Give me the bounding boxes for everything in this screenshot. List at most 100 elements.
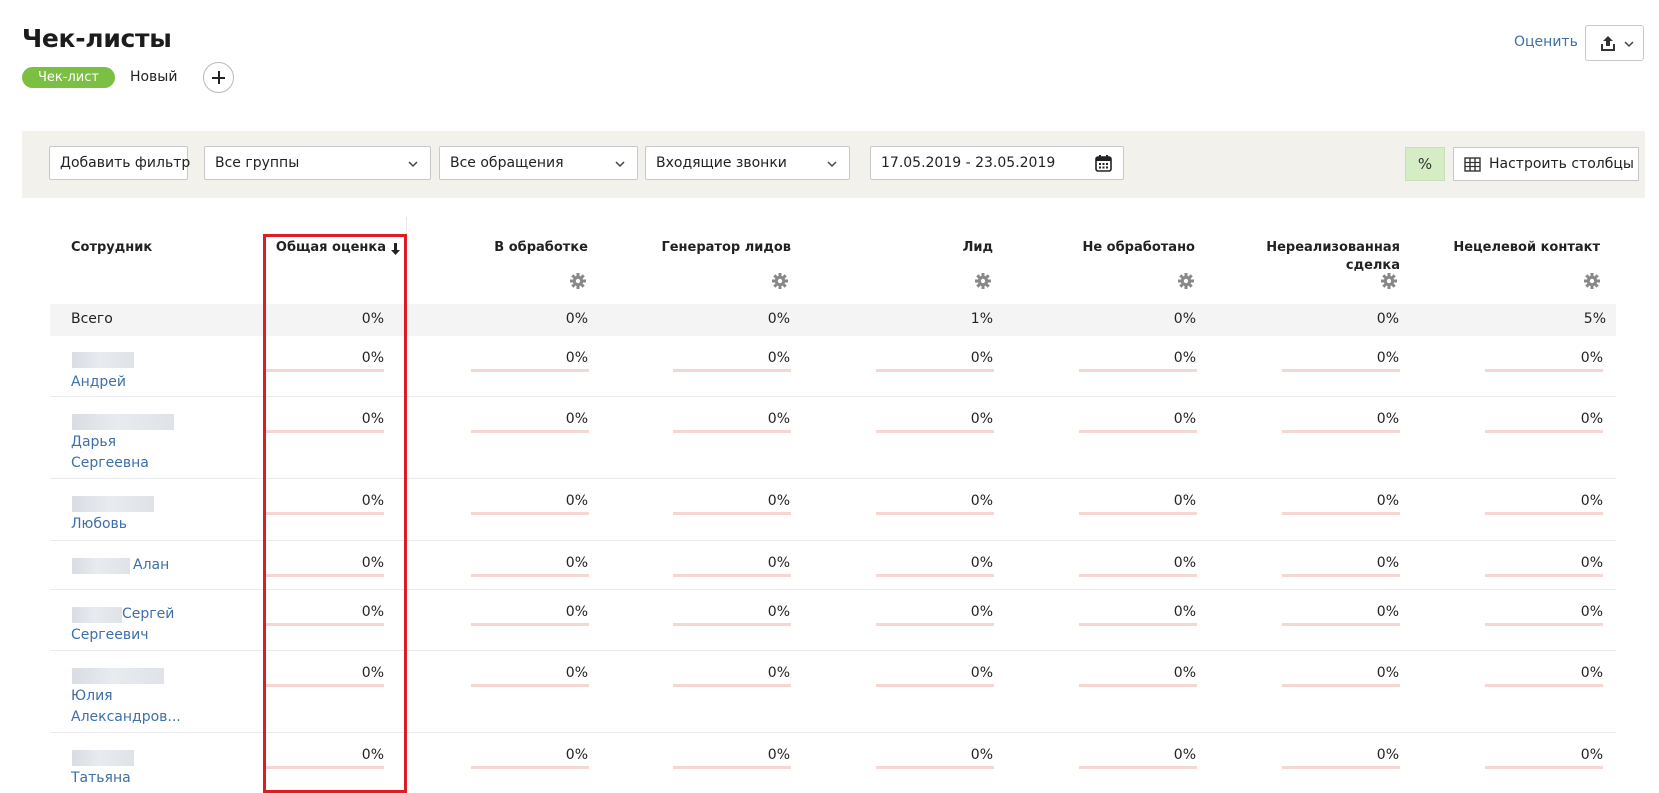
column-header-employee[interactable]: Сотрудник [71, 239, 152, 257]
score-bar [1079, 623, 1197, 626]
score-bar [471, 574, 589, 577]
chevron-down-icon [408, 161, 418, 168]
employee-name-link-line2[interactable]: Сергеевич [71, 625, 148, 646]
score-bar [673, 623, 791, 626]
score-bar [1282, 766, 1400, 769]
score-bar [471, 623, 589, 626]
chevron-down-icon [1624, 41, 1634, 48]
employee-name-link-line2[interactable]: Александров... [71, 707, 181, 728]
table-cell-value: 0% [767, 747, 790, 763]
table-cell-value: 0% [767, 350, 790, 366]
table-cell-value: 0% [1173, 493, 1196, 509]
table-cell-value: 0% [1173, 411, 1196, 427]
configure-columns-button[interactable]: Настроить столбцы [1453, 147, 1639, 181]
table-cell-value: 0% [1376, 665, 1399, 681]
gear-icon[interactable] [1177, 272, 1195, 290]
column-header-unrealized-deal[interactable]: Нереализованная сделка [1250, 239, 1400, 275]
grid-columns-icon [1464, 157, 1481, 172]
table-cell-value: 0% [1173, 747, 1196, 763]
table-cell-value: 0% [1173, 665, 1196, 681]
employee-name-link[interactable]: Алан [133, 555, 169, 576]
score-bar [1282, 623, 1400, 626]
score-bar [673, 369, 791, 372]
employee-name-link[interactable]: Сергей [122, 604, 174, 625]
score-bar [1282, 369, 1400, 372]
table-cell-value: 0% [1580, 665, 1603, 681]
requests-select-value: Все обращения [450, 155, 564, 171]
rate-link[interactable]: Оценить [1514, 34, 1578, 50]
score-bar [1485, 766, 1603, 769]
table-cell-value: 0% [565, 747, 588, 763]
gear-icon[interactable] [1583, 272, 1601, 290]
add-filter-button[interactable]: Добавить фильтр [49, 146, 191, 180]
redacted-surname [72, 668, 164, 684]
gear-icon[interactable] [1380, 272, 1398, 290]
score-bar [673, 512, 791, 515]
score-bar [1485, 430, 1603, 433]
table-cell-value: 0% [1376, 411, 1399, 427]
score-bar [1282, 574, 1400, 577]
percent-toggle-button[interactable]: % [1405, 147, 1445, 181]
score-bar [1282, 430, 1400, 433]
gear-icon[interactable] [974, 272, 992, 290]
score-bar [673, 766, 791, 769]
highlight-box [263, 234, 407, 793]
table-cell-value: 0% [767, 493, 790, 509]
employee-name-link[interactable]: Юлия [71, 686, 113, 707]
column-header-lead[interactable]: Лид [822, 239, 993, 257]
table-cell-value: 0% [970, 350, 993, 366]
table-cell-value: 0% [1376, 493, 1399, 509]
groups-select[interactable]: Все группы [204, 146, 431, 180]
total-cell-value: 1% [970, 311, 993, 327]
score-bar [1079, 684, 1197, 687]
employee-name-link[interactable]: Дарья [71, 432, 116, 453]
gear-icon[interactable] [569, 272, 587, 290]
table-cell-value: 0% [970, 604, 993, 620]
redacted-surname [72, 558, 130, 574]
score-bar [471, 512, 589, 515]
chevron-down-icon [615, 161, 625, 168]
total-cell-value: 0% [1376, 311, 1399, 327]
calendar-icon[interactable] [1094, 154, 1113, 173]
score-bar [1485, 623, 1603, 626]
column-header-non-target-contact[interactable]: Нецелевой контакт [1410, 239, 1600, 257]
column-header-processing[interactable]: В обработке [428, 239, 588, 257]
table-cell-value: 0% [970, 747, 993, 763]
table-cell-value: 0% [1173, 350, 1196, 366]
score-bar [471, 430, 589, 433]
table-cell-value: 0% [565, 555, 588, 571]
checklist-tabs: Чек-лист Новый [22, 61, 235, 93]
employee-name-link[interactable]: Андрей [71, 372, 126, 393]
date-range-value: 17.05.2019 - 23.05.2019 [881, 155, 1056, 171]
score-bar [1282, 512, 1400, 515]
score-bar [876, 684, 994, 687]
column-header-lead-generator[interactable]: Генератор лидов [620, 239, 791, 257]
column-header-not-processed[interactable]: Не обработано [1024, 239, 1195, 257]
tab-new[interactable]: Новый [130, 69, 178, 85]
table-cell-value: 0% [767, 665, 790, 681]
redacted-surname [72, 496, 154, 512]
export-button[interactable] [1585, 25, 1644, 61]
add-tab-button[interactable] [203, 61, 235, 93]
table-cell-value: 0% [565, 411, 588, 427]
score-bar [471, 766, 589, 769]
date-range-field[interactable]: 17.05.2019 - 23.05.2019 [870, 146, 1124, 180]
requests-select[interactable]: Все обращения [439, 146, 638, 180]
tab-checklist[interactable]: Чек-лист [22, 66, 115, 88]
score-bar [876, 766, 994, 769]
score-bar [471, 369, 589, 372]
call-type-select[interactable]: Входящие звонки [645, 146, 850, 180]
redacted-surname [72, 352, 134, 368]
employee-name-link[interactable]: Татьяна [71, 768, 131, 789]
table-cell-value: 0% [565, 665, 588, 681]
gear-icon[interactable] [771, 272, 789, 290]
employee-name-link-line2[interactable]: Сергеевна [71, 453, 149, 474]
score-bar [1485, 574, 1603, 577]
table-cell-value: 0% [1580, 555, 1603, 571]
total-row-label: Всего [71, 311, 113, 327]
table-cell-value: 0% [970, 555, 993, 571]
add-filter-label: Добавить фильтр [60, 155, 191, 171]
employee-name-link[interactable]: Любовь [71, 514, 127, 535]
redacted-surname [72, 750, 134, 766]
table-cell-value: 0% [1580, 350, 1603, 366]
